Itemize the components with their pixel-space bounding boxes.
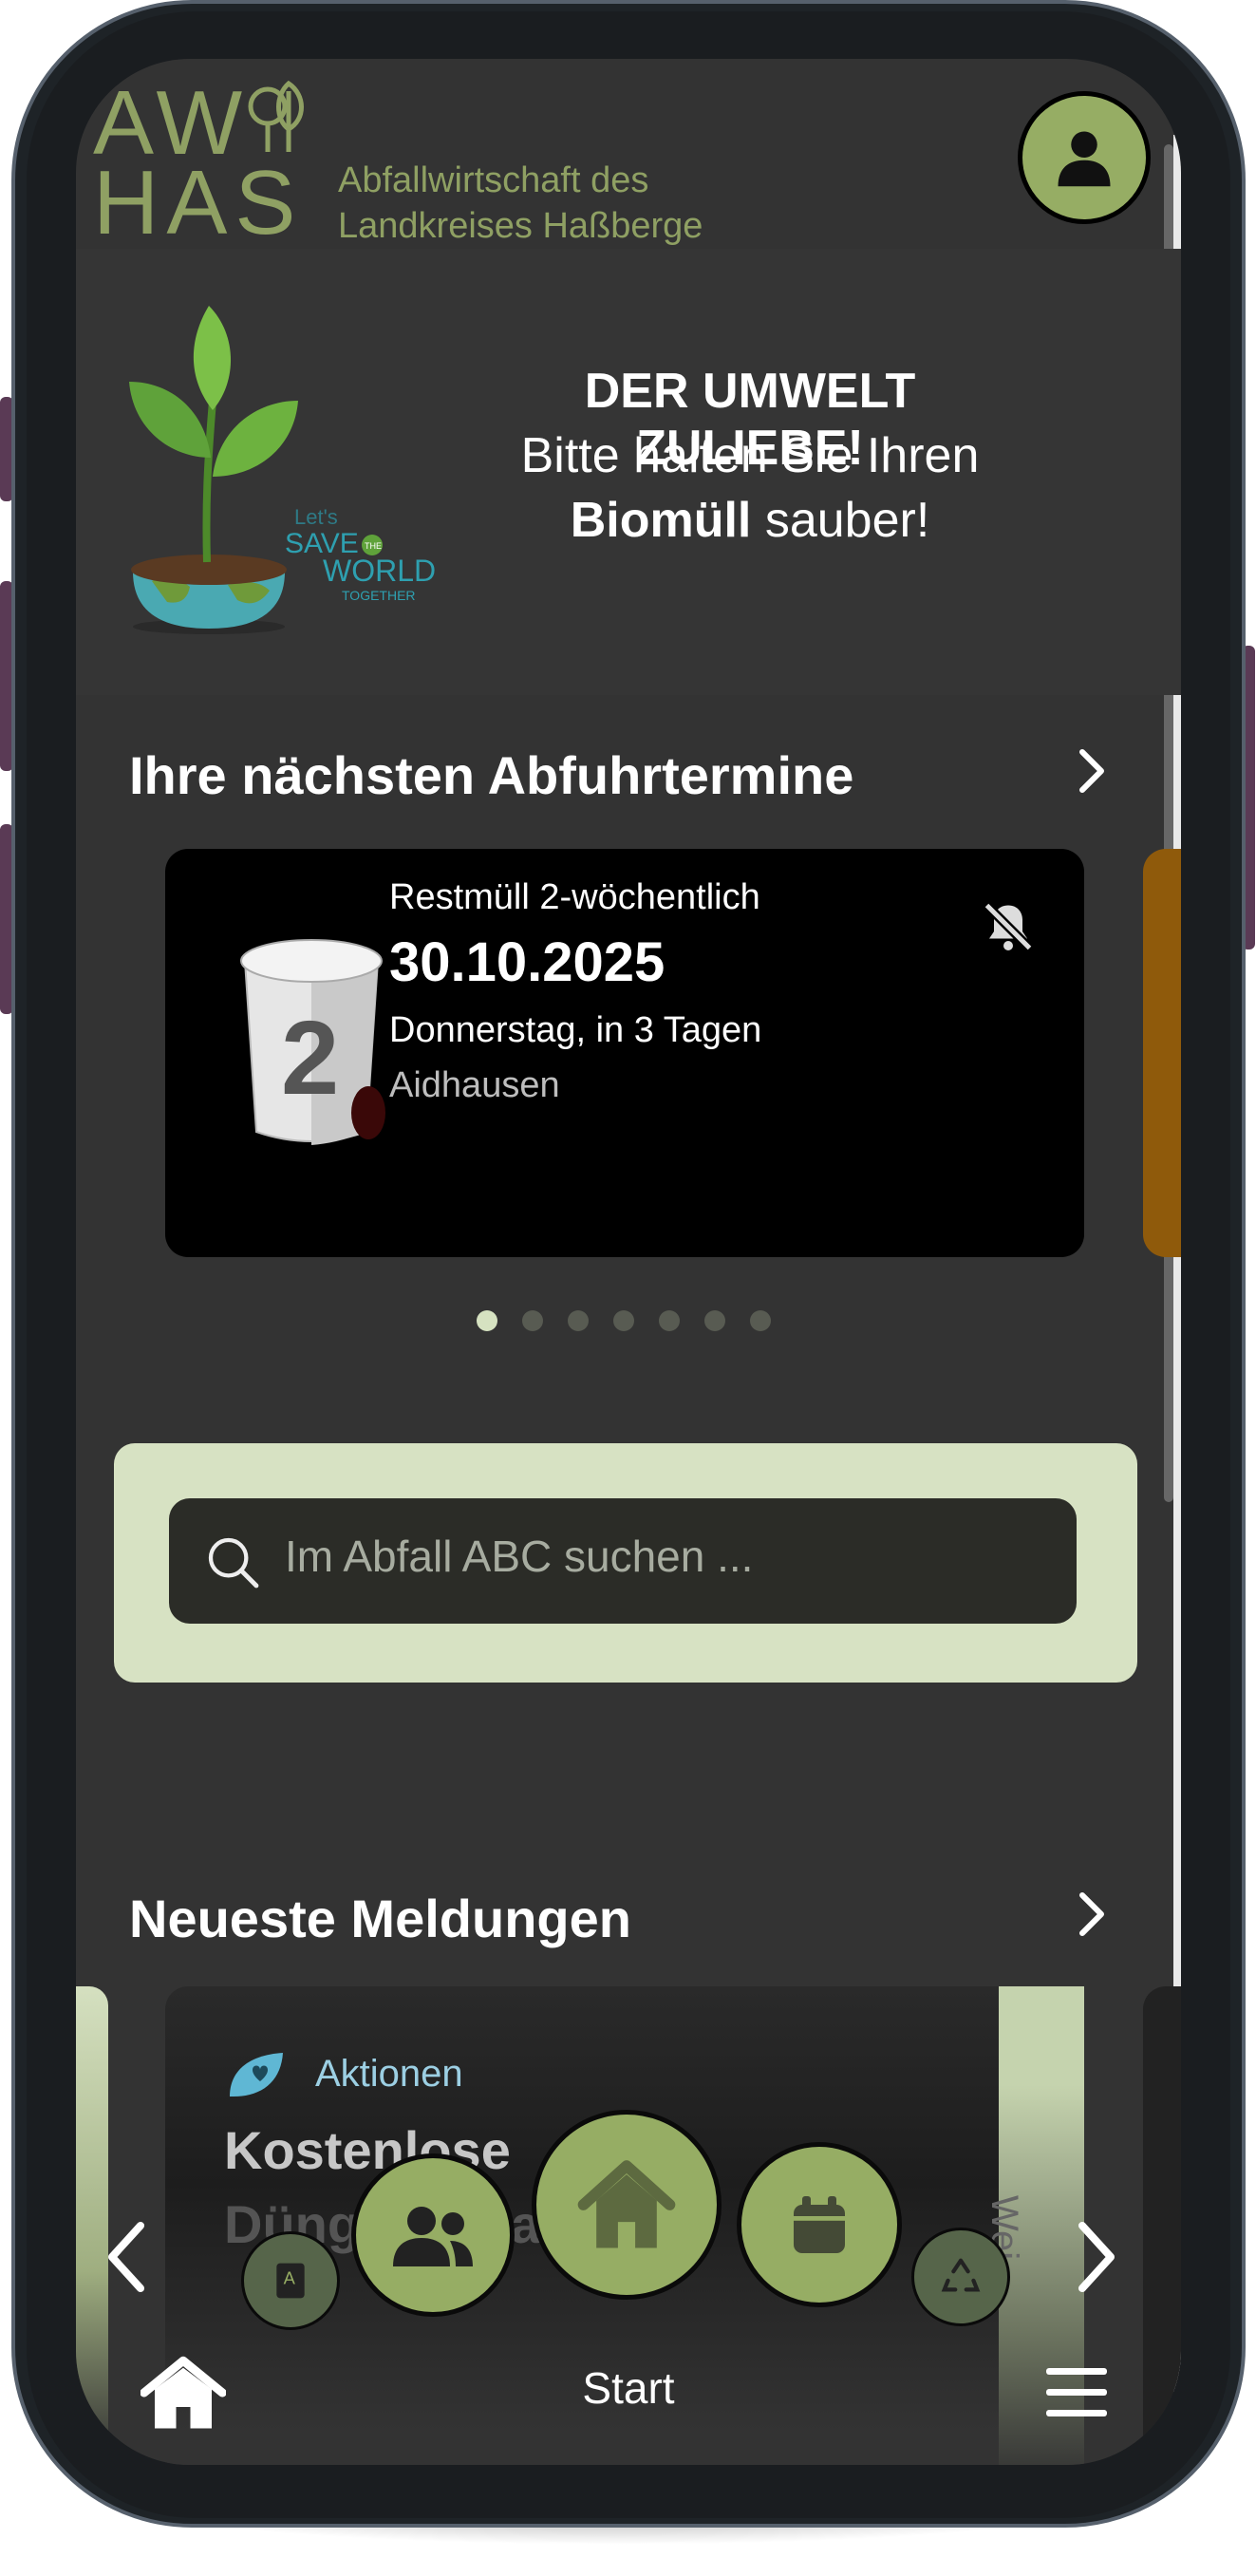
pickup-place: Aidhausen <box>389 1065 560 1105</box>
org-name-line1: Abfallwirtschaft des <box>338 160 649 200</box>
save-the-world-illustration: Let's SAVE THE WORLD TOGETHER <box>129 306 436 634</box>
carousel-dot[interactable] <box>568 1310 589 1331</box>
art-text-together: TOGETHER <box>342 588 416 603</box>
profile-button[interactable] <box>1018 91 1151 224</box>
logo-has-text: HAS <box>93 152 304 254</box>
org-logo: AW HAS Abfallwirtschaft des Landkreises … <box>76 59 740 249</box>
art-text-lets: Let's <box>294 505 338 529</box>
calendar-icon <box>794 2196 845 2253</box>
abc-book-button[interactable]: A <box>241 2231 340 2330</box>
next-arrow[interactable] <box>1067 2214 1124 2318</box>
recycle-button[interactable] <box>911 2228 1010 2326</box>
home-icon <box>577 2160 676 2248</box>
pickups-section-title: Ihre nächsten Abfuhrtermine <box>129 745 854 805</box>
banner-text-rest: sauber! <box>751 493 930 548</box>
app-screen: AW HAS Abfallwirtschaft des Landkreises … <box>76 59 1181 2465</box>
org-name: Abfallwirtschaft des Landkreises Haßberg… <box>338 158 703 249</box>
banner-text-line2: Bitte halten Sie Ihren <box>520 428 980 483</box>
waste-bin-icon: 2 <box>240 939 385 1145</box>
carousel-dot[interactable] <box>477 1310 497 1331</box>
chevron-left-icon <box>108 2222 144 2292</box>
bottom-nav-current-label: Start <box>582 2363 675 2413</box>
bell-off-icon[interactable] <box>980 898 1037 955</box>
news-category: Aktionen <box>315 2053 463 2095</box>
chevron-right-icon <box>1078 2222 1115 2292</box>
next-pickup-card[interactable] <box>1143 849 1181 1257</box>
recycle-icon <box>941 2258 981 2292</box>
home-button[interactable] <box>532 2110 722 2300</box>
pickup-date: 30.10.2025 <box>389 931 665 993</box>
bin-number: 2 <box>281 1000 339 1117</box>
prev-arrow[interactable] <box>99 2214 156 2318</box>
menu-button[interactable] <box>1044 2364 1109 2421</box>
banner-bold-word: Biomüll <box>570 493 752 548</box>
hamburger-menu-icon <box>1046 2368 1107 2416</box>
carousel-dot[interactable] <box>613 1310 634 1331</box>
carousel-dot[interactable] <box>750 1310 771 1331</box>
carousel-dot[interactable] <box>522 1310 543 1331</box>
news-section-title: Neueste Meldungen <box>129 1889 631 1948</box>
art-text-the: THE <box>365 541 382 551</box>
carousel-dot[interactable] <box>704 1310 725 1331</box>
chevron-right-icon[interactable] <box>1073 744 1111 798</box>
book-a-icon: A <box>276 2263 305 2299</box>
pickup-waste-type: Restmüll 2-wöchentlich <box>389 877 760 917</box>
tree-logo-icon <box>248 80 304 152</box>
svg-text:A: A <box>284 2268 296 2288</box>
leaf-heart-icon <box>230 2053 283 2097</box>
carousel-dot[interactable] <box>659 1310 680 1331</box>
chevron-right-icon[interactable] <box>1073 1888 1111 1941</box>
art-text-world: WORLD <box>323 554 436 588</box>
user-icon <box>1058 131 1111 187</box>
calendar-button[interactable] <box>737 2142 902 2307</box>
users-icon <box>393 2207 473 2266</box>
users-button[interactable] <box>351 2153 515 2317</box>
banner-text-line3: Biomüll sauber! <box>484 492 1016 549</box>
search-icon <box>208 1537 259 1589</box>
search-placeholder: Im Abfall ABC suchen ... <box>285 1532 754 1581</box>
pickup-day: Donnerstag, in 3 Tagen <box>389 1010 762 1050</box>
org-name-line2: Landkreises Haßberge <box>338 206 703 246</box>
